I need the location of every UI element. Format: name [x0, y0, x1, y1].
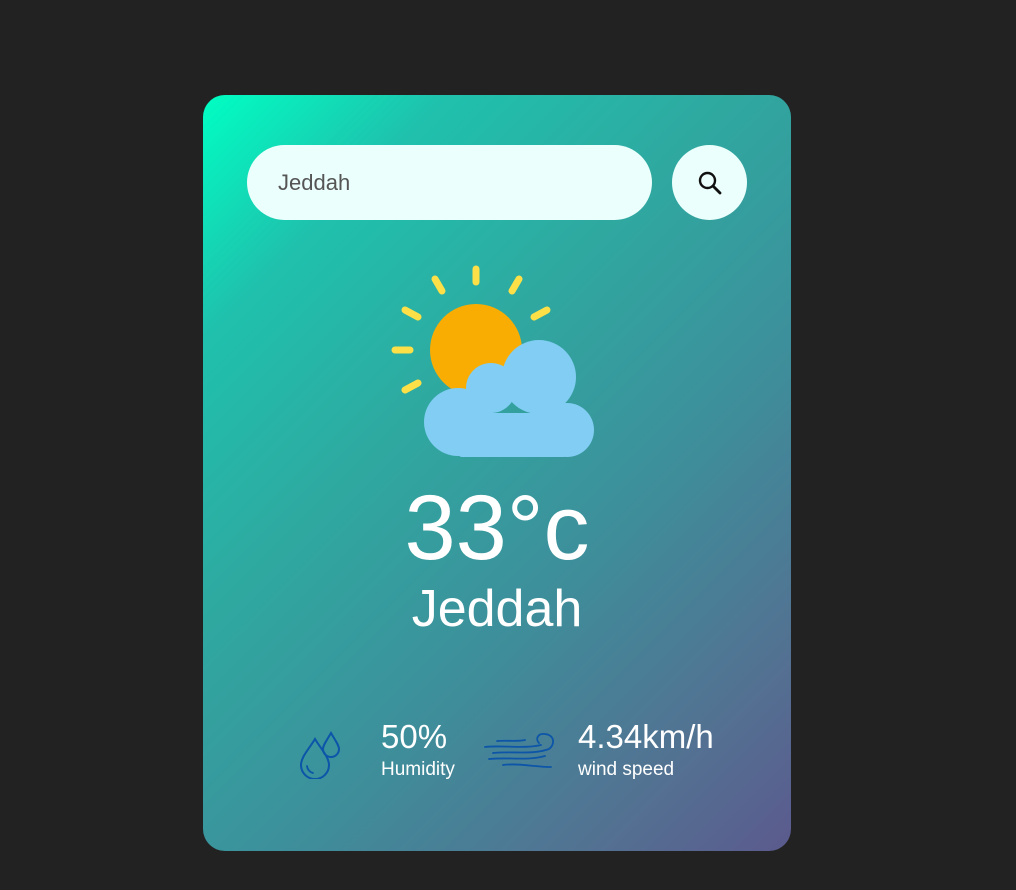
city-name: Jeddah [411, 580, 583, 638]
weather-card: 33°c Jeddah 50% Humidity [203, 95, 791, 851]
search-bar [247, 145, 747, 220]
search-icon [697, 170, 723, 196]
partly-cloudy-icon [389, 263, 604, 463]
search-button[interactable] [672, 145, 747, 220]
humidity-value: 50% [381, 718, 448, 755]
wind-icon [483, 731, 557, 778]
humidity-icon [299, 730, 343, 784]
humidity-label: Humidity [381, 759, 455, 780]
wind-label: wind speed [578, 759, 675, 780]
temperature: 33°c [404, 477, 590, 579]
search-input[interactable] [247, 145, 652, 220]
weather-details: 50% Humidity 4.34km/h wind speed [203, 715, 791, 785]
wind-value: 4.34km/h [578, 718, 714, 755]
